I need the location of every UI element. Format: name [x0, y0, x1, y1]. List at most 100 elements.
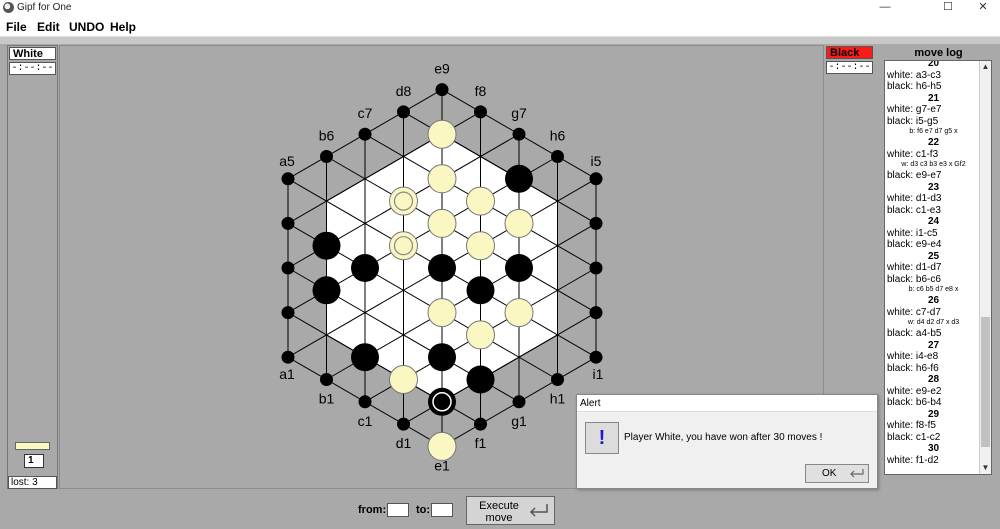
- boundary-dot: [512, 395, 526, 409]
- white-gipf-piece: [389, 231, 418, 261]
- coord-label: b1: [319, 391, 335, 407]
- move-number: 26: [927, 295, 940, 306]
- move-number: 27: [927, 339, 940, 351]
- from-input[interactable]: [387, 503, 409, 517]
- boundary-dot: [589, 350, 603, 364]
- coord-label: d8: [396, 83, 412, 99]
- from-label: from:: [358, 504, 387, 516]
- move-entry: black: c1-e3: [887, 204, 941, 216]
- black-timer: -:--:--: [826, 61, 873, 74]
- ok-button[interactable]: OK: [805, 464, 869, 483]
- boundary-dot: [474, 105, 487, 119]
- coord-label: a1: [279, 366, 295, 382]
- alert-title: Alert: [577, 395, 877, 412]
- boundary-dot: [474, 417, 487, 431]
- black-piece: [312, 276, 341, 305]
- alert-dialog: Alert ! Player White, you have won after…: [576, 394, 878, 489]
- execute-move-label: Execute move: [479, 500, 519, 524]
- white-piece: [466, 186, 495, 216]
- white-piece: [504, 208, 534, 238]
- move-entry: black: e9-e4: [887, 239, 942, 250]
- white-piece: [466, 231, 495, 261]
- boundary-dot: [512, 127, 526, 141]
- exclamation-icon: !: [585, 422, 619, 454]
- black-piece: [428, 343, 456, 372]
- white-piece: [427, 431, 457, 461]
- white-gipf-piece: [389, 186, 418, 216]
- move-entry: black: c1-c2: [887, 431, 941, 443]
- move-entry: white: c1-f3: [887, 148, 939, 160]
- scroll-up-icon[interactable]: ▲: [980, 61, 991, 73]
- move-entry: white: f8-f5: [887, 420, 936, 431]
- menu-file[interactable]: File: [6, 20, 27, 34]
- black-piece: [505, 254, 533, 282]
- move-entry: w: d4 d2 d7 x d3: [907, 319, 960, 326]
- close-button[interactable]: ✕: [960, 0, 1000, 16]
- boundary-dot: [281, 306, 295, 320]
- white-piece: [427, 164, 457, 194]
- move-number: 24: [927, 216, 940, 227]
- move-number: 29: [927, 408, 940, 420]
- move-log[interactable]: 20 white: a3-c3 black: h6-h5 21 white: g7-e7…: [884, 60, 992, 475]
- move-entry: black: h6-h5: [887, 81, 942, 92]
- move-entry: white: f1-d2: [887, 454, 939, 466]
- move-log-lines: 20 white: a3-c3 black: h6-h5 21 white: g7-e7…: [887, 60, 980, 466]
- boundary-dot: [320, 150, 333, 163]
- enter-icon: [850, 469, 864, 478]
- app-icon: [3, 2, 14, 13]
- scroll-down-icon[interactable]: ▼: [980, 462, 991, 474]
- move-entry: white: i4-e8: [887, 351, 939, 362]
- boundary-dot: [435, 83, 449, 97]
- coord-label: h6: [550, 128, 566, 144]
- to-input[interactable]: [431, 503, 453, 517]
- move-entry: white: i1-c5: [887, 227, 938, 239]
- boundary-dot: [589, 216, 603, 230]
- move-number: 20: [927, 60, 940, 69]
- black-piece: [466, 365, 495, 394]
- move-number: 21: [927, 92, 940, 104]
- coord-label: g1: [511, 413, 527, 429]
- coord-label: i5: [591, 153, 602, 169]
- move-log-title: move log: [914, 47, 963, 59]
- scroll-thumb[interactable]: [981, 317, 990, 447]
- boundary-dot: [589, 261, 603, 275]
- boundary-dot: [397, 105, 410, 119]
- enter-icon: [529, 504, 548, 517]
- title-bar: Gipf for One — ☐ ✕: [0, 0, 1000, 16]
- menu-help[interactable]: Help: [110, 20, 136, 34]
- move-entry: black: b6-c6: [887, 273, 941, 285]
- move-number: 30: [927, 443, 940, 454]
- move-entry: w: d3 c3 b3 e3 x Gf2: [901, 161, 966, 168]
- move-entry: white: a3-c3: [887, 69, 941, 81]
- black-player-label: Black: [826, 46, 873, 59]
- coord-label: c7: [358, 105, 373, 121]
- to-label: to:: [416, 504, 431, 516]
- move-entry: black: a4-b5: [887, 328, 942, 339]
- white-player-label: White: [9, 47, 56, 60]
- move-entry: black: b6-b4: [887, 397, 942, 408]
- move-entry: white: d1-d3: [887, 193, 942, 204]
- alert-message: Player White, you have won after 30 move…: [624, 432, 823, 443]
- boundary-dot: [397, 417, 410, 431]
- menu-undo[interactable]: UNDO: [69, 20, 104, 34]
- menu-edit[interactable]: Edit: [37, 20, 60, 34]
- move-entry: white: d1-d7: [887, 262, 942, 273]
- move-log-scrollbar[interactable]: ▲ ▼: [979, 61, 991, 474]
- execute-move-button[interactable]: Execute move: [466, 496, 555, 525]
- coord-label: a5: [279, 153, 295, 169]
- white-piece: [427, 208, 457, 238]
- white-piece: [389, 365, 418, 394]
- move-number: 28: [927, 374, 940, 385]
- white-piece: [504, 298, 534, 328]
- boundary-dot: [358, 127, 372, 141]
- menu-bar: File Edit UNDO Help: [0, 16, 1000, 37]
- white-lost-count: lost: 3: [8, 476, 57, 489]
- coord-label: d1: [396, 435, 412, 451]
- coord-label: f1: [475, 435, 487, 451]
- boundary-dot: [281, 350, 295, 364]
- move-entry: white: e9-e2: [887, 385, 942, 397]
- minimize-button[interactable]: —: [862, 0, 908, 16]
- move-entry: black: i5-g5: [887, 115, 939, 127]
- boundary-dot: [551, 373, 564, 386]
- coord-label: e9: [434, 61, 450, 77]
